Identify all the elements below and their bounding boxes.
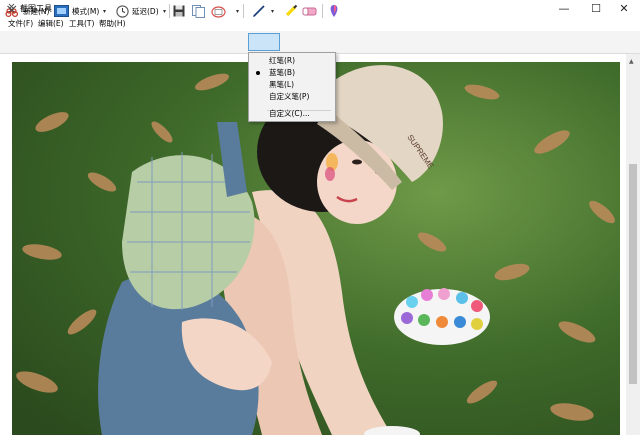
- vertical-scrollbar[interactable]: ▲: [626, 54, 640, 435]
- toolbar-separator: [169, 4, 170, 18]
- mode-icon: [54, 5, 69, 17]
- paint3d-button[interactable]: [328, 3, 340, 19]
- scissors-icon: [5, 5, 19, 17]
- new-button-label: 新建(N): [23, 6, 50, 16]
- paint-3d-icon: [330, 5, 338, 17]
- clock-icon: [116, 4, 129, 18]
- pen-option-blue[interactable]: 蓝笔(B): [249, 67, 335, 79]
- pen-option-red[interactable]: 红笔(R): [249, 55, 335, 67]
- delay-dropdown-arrow[interactable]: ▾: [163, 3, 166, 19]
- highlighter-button[interactable]: [284, 3, 298, 19]
- new-button[interactable]: 新建(N): [5, 3, 49, 19]
- toolbar: [0, 31, 640, 54]
- save-button[interactable]: [173, 3, 185, 19]
- send-email-icon: [211, 5, 226, 18]
- eraser-button[interactable]: [302, 3, 317, 19]
- menu-help[interactable]: 帮助(H): [97, 18, 128, 29]
- mode-button[interactable]: 模式(M): [54, 3, 99, 19]
- scroll-up-arrow-icon[interactable]: ▲: [629, 58, 634, 65]
- menu-tools[interactable]: 工具(T): [67, 18, 96, 29]
- selected-bullet-icon: [256, 71, 260, 75]
- pen-dropdown-arrow[interactable]: ▾: [271, 3, 274, 19]
- delay-button[interactable]: 延迟(D): [116, 3, 159, 19]
- pen-button[interactable]: [252, 3, 266, 19]
- pen-button-group[interactable]: [248, 33, 280, 51]
- toolbar-separator: [243, 4, 244, 18]
- send-dropdown-arrow[interactable]: ▾: [236, 3, 239, 19]
- pen-option-custom-pen[interactable]: 自定义笔(P): [249, 91, 335, 103]
- pen-option-black[interactable]: 黑笔(L): [249, 79, 335, 91]
- copy-button[interactable]: [192, 3, 205, 19]
- menu-bar: 文件(F) 编辑(E) 工具(T) 帮助(H): [0, 17, 640, 31]
- scrollbar-thumb[interactable]: [629, 164, 637, 384]
- pen-option-label: 自定义笔(P): [269, 92, 310, 101]
- highlighter-icon: [285, 4, 298, 17]
- pen-icon: [253, 5, 265, 17]
- pen-option-label: 红笔(R): [269, 56, 296, 65]
- delay-button-label: 延迟(D): [132, 6, 159, 16]
- pen-option-label: 自定义(C)...: [269, 109, 310, 118]
- pen-option-label: 蓝笔(B): [269, 68, 295, 77]
- menu-file[interactable]: 文件(F): [6, 18, 35, 29]
- mode-dropdown-arrow[interactable]: ▾: [103, 3, 106, 19]
- copy-icon: [192, 4, 205, 18]
- eraser-icon: [302, 7, 317, 16]
- pen-option-customize[interactable]: 自定义(C)...: [249, 108, 335, 120]
- menu-edit[interactable]: 编辑(E): [36, 18, 66, 29]
- pen-dropdown-menu: 红笔(R) 蓝笔(B) 黑笔(L) 自定义笔(P) 自定义(C)...: [248, 52, 336, 122]
- send-button[interactable]: [211, 3, 226, 19]
- toolbar-separator: [322, 4, 323, 18]
- minimize-button[interactable]: —: [548, 0, 580, 17]
- mode-button-label: 模式(M): [72, 6, 100, 16]
- pen-option-label: 黑笔(L): [269, 80, 295, 89]
- close-button[interactable]: ✕: [608, 0, 640, 17]
- save-icon: [173, 5, 185, 17]
